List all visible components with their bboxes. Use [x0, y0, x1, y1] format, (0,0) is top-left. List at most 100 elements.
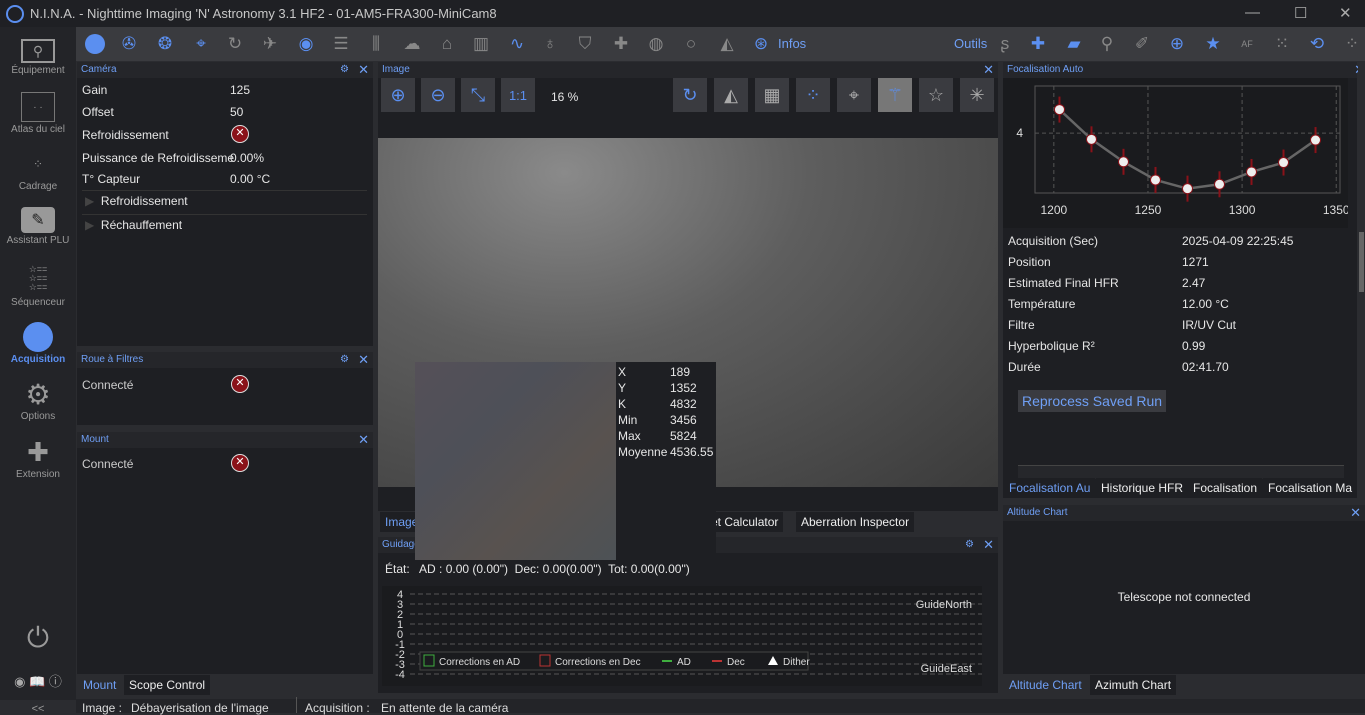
- sidebar: ⚲ Équipement · · Atlas du ciel ⁘ Cadrage ✎ A…: [0, 27, 76, 715]
- magnifier-icon[interactable]: ⚲: [1096, 33, 1118, 55]
- polar-align-icon[interactable]: ◭: [716, 33, 738, 55]
- bahtinov-button[interactable]: ✳: [960, 78, 994, 112]
- tab-manual-focus[interactable]: Focalisation Ma: [1263, 478, 1358, 498]
- focus-target-icon[interactable]: ⊕: [1166, 33, 1188, 55]
- settings-icon[interactable]: ⚙: [340, 352, 349, 368]
- brush-icon[interactable]: ✐: [1131, 33, 1153, 55]
- tab-scope-control[interactable]: Scope Control: [124, 675, 211, 695]
- scrollbar[interactable]: [1358, 62, 1365, 498]
- sidebar-item-flat-wizard[interactable]: ✎ Assistant PLU: [0, 207, 76, 246]
- snake-icon[interactable]: ʂ: [994, 33, 1016, 55]
- weather-icon[interactable]: ☁: [401, 33, 423, 55]
- data-point: [1214, 178, 1226, 190]
- sidebar-item-sequencer[interactable]: ☆== ☆== ☆== Séquenceur: [0, 265, 76, 309]
- panel-title: Mount: [81, 434, 109, 445]
- sequence-list-icon[interactable]: ☰: [330, 33, 352, 55]
- histogram-icon[interactable]: ▥: [470, 33, 492, 55]
- zoom-out-icon: ⊖: [430, 84, 446, 105]
- close-icon[interactable]: ✕: [1350, 505, 1361, 521]
- rotate-button[interactable]: ↻: [673, 78, 707, 112]
- plugin-icon[interactable]: ✚: [610, 33, 632, 55]
- sidebar-item-options[interactable]: ⚙ Options: [0, 379, 76, 423]
- shield-icon[interactable]: ⛉: [574, 33, 596, 55]
- tab-hfr-history[interactable]: Historique HFR: [1096, 478, 1189, 498]
- star-detect-button[interactable]: ⁘: [796, 78, 830, 112]
- camera-icon[interactable]: [84, 33, 106, 55]
- star-field-icon[interactable]: ⁙: [1271, 33, 1293, 55]
- tab-focus[interactable]: Focalisation: [1188, 478, 1263, 498]
- sidebar-item-imaging[interactable]: Acquisition: [0, 322, 76, 365]
- collapse-button[interactable]: <<: [0, 703, 76, 715]
- close-icon[interactable]: ✕: [983, 62, 994, 78]
- stars-grid-icon[interactable]: ⁘: [1341, 33, 1363, 55]
- star-icon[interactable]: ★: [1202, 33, 1224, 55]
- history-icon[interactable]: ⟲: [1306, 33, 1328, 55]
- sidebar-item-sky-atlas[interactable]: · · Atlas du ciel: [0, 92, 76, 135]
- telescope-message: Telescope not connected: [1117, 590, 1251, 604]
- rotate-icon: ↻: [682, 84, 698, 105]
- status-bar: Image : Débayerisation de l'image Acquis…: [76, 697, 1365, 715]
- switch-icon[interactable]: ⫼: [365, 33, 387, 55]
- zoom-in-button[interactable]: ⊕: [381, 78, 415, 112]
- filter-wheel-icon[interactable]: ✇: [118, 33, 140, 55]
- tab-azimuth-chart[interactable]: Azimuth Chart: [1090, 675, 1177, 695]
- tools-label[interactable]: Outils: [954, 36, 987, 51]
- gain-label: Gain: [82, 83, 108, 97]
- infos-icon[interactable]: ⊛: [750, 33, 772, 55]
- crosshair-button[interactable]: ⌖: [837, 78, 871, 112]
- dome-icon[interactable]: ⌂: [436, 33, 458, 55]
- book-icon[interactable]: 📖: [29, 674, 45, 689]
- star-annotate-button[interactable]: ☆: [919, 78, 953, 112]
- one-to-one-button[interactable]: 1:1: [501, 78, 535, 112]
- focuser-icon[interactable]: ❂: [154, 33, 176, 55]
- sidebar-item-plugins[interactable]: ✚ Extension: [0, 437, 76, 481]
- grid-button[interactable]: ▦: [755, 78, 789, 112]
- close-icon[interactable]: ✕: [358, 62, 369, 78]
- telescope-icon[interactable]: ✈: [259, 33, 281, 55]
- data-point: [1182, 183, 1193, 195]
- parallelogram-icon[interactable]: ▰: [1063, 33, 1085, 55]
- mount-panel: Mount ✕ Connecté ✕: [77, 432, 373, 674]
- tab-altitude-chart[interactable]: Altitude Chart: [1004, 675, 1087, 695]
- cross-icon[interactable]: ✚: [1027, 33, 1049, 55]
- auto-stretch-button[interactable]: ⚚: [878, 78, 912, 112]
- fit-button[interactable]: ⤡: [461, 78, 495, 112]
- framing-icon: ⁘: [32, 157, 44, 171]
- error-icon: ✕: [231, 125, 249, 143]
- maximize-button[interactable]: ☐: [1294, 4, 1307, 22]
- data-point: [1310, 134, 1322, 146]
- tab-autofocus[interactable]: Focalisation Au: [1004, 478, 1096, 498]
- zoom-out-button[interactable]: ⊖: [421, 78, 455, 112]
- bulb-icon[interactable]: ♁: [539, 33, 561, 55]
- settings-icon[interactable]: ⚙: [965, 537, 974, 553]
- close-icon[interactable]: ✕: [983, 537, 994, 553]
- graph-icon[interactable]: ∿: [506, 33, 528, 55]
- flat-panel-icon[interactable]: ◍: [645, 33, 667, 55]
- af-info-value: 2025-04-09 22:25:45: [1182, 234, 1294, 248]
- lens-icon[interactable]: ○: [680, 33, 702, 55]
- framing-target-icon[interactable]: ⌖: [190, 33, 212, 55]
- eye-icon[interactable]: ◉: [14, 674, 25, 689]
- power-button[interactable]: ⏻: [0, 622, 76, 655]
- close-button[interactable]: ✕: [1339, 4, 1352, 22]
- cooling-expander[interactable]: ▶ Refroidissement: [85, 194, 188, 208]
- guider-icon[interactable]: ◉: [295, 33, 317, 55]
- settings-icon[interactable]: ⚙: [340, 62, 349, 78]
- rotator-icon[interactable]: ↻: [224, 33, 246, 55]
- sidebar-item-framing[interactable]: ⁘ Cadrage: [0, 149, 76, 192]
- minimize-button[interactable]: —: [1245, 4, 1260, 21]
- reprocess-button[interactable]: Reprocess Saved Run: [1018, 390, 1167, 412]
- close-icon[interactable]: ✕: [358, 432, 369, 448]
- autofocus-icon[interactable]: AF: [1236, 33, 1258, 55]
- data-point: [1149, 174, 1161, 186]
- close-icon[interactable]: ✕: [358, 352, 369, 368]
- sidebar-item-equipment[interactable]: ⚲ Équipement: [0, 39, 76, 76]
- pixel-info-value: 3456: [670, 413, 697, 427]
- flip-button[interactable]: ◭: [714, 78, 748, 112]
- infos-label[interactable]: Infos: [778, 36, 806, 51]
- tab-mount[interactable]: Mount: [78, 675, 122, 695]
- warming-expander[interactable]: ▶ Réchauffement: [85, 218, 182, 232]
- info-icon[interactable]: ⓘ: [49, 674, 62, 689]
- tab-aberration-inspector[interactable]: Aberration Inspector: [796, 512, 915, 532]
- af-info-key: Durée: [1008, 360, 1041, 374]
